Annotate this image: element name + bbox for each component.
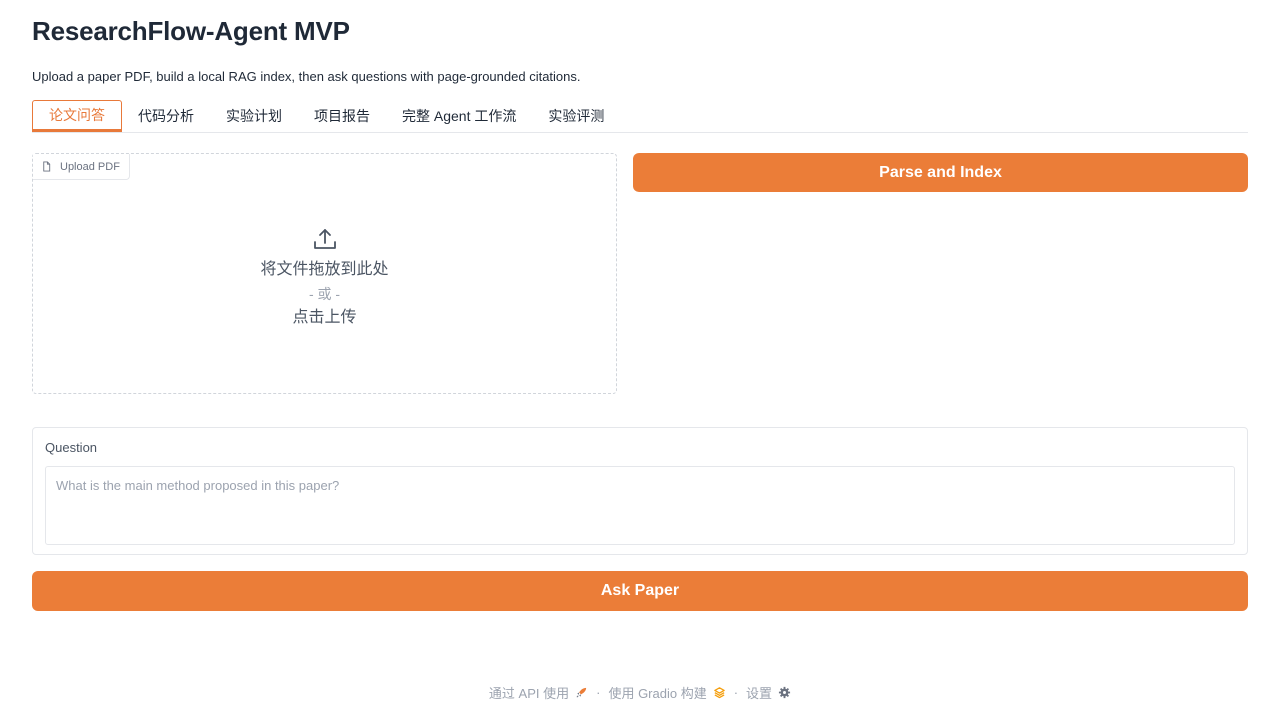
question-input[interactable] bbox=[45, 466, 1235, 545]
tab-code-analysis[interactable]: 代码分析 bbox=[122, 100, 210, 132]
tab-bar: 论文问答 代码分析 实验计划 项目报告 完整 Agent 工作流 实验评测 bbox=[32, 100, 1248, 133]
footer-separator-2: · bbox=[733, 685, 739, 700]
settings-link-label: 设置 bbox=[746, 686, 773, 701]
page-subtitle: Upload a paper PDF, build a local RAG in… bbox=[32, 69, 581, 84]
file-icon bbox=[43, 161, 51, 172]
tab-experiment-eval[interactable]: 实验评测 bbox=[532, 100, 620, 132]
page-title: ResearchFlow-Agent MVP bbox=[32, 16, 350, 46]
parse-and-index-button[interactable]: Parse and Index bbox=[633, 153, 1248, 192]
api-link[interactable]: 通过 API 使用 bbox=[489, 683, 588, 702]
tab-paper-qa[interactable]: 论文问答 bbox=[32, 100, 122, 132]
drop-instruction: 将文件拖放到此处 bbox=[260, 261, 389, 278]
drop-area[interactable]: 将文件拖放到此处 - 或 - 点击上传 bbox=[33, 226, 616, 330]
api-link-label: 通过 API 使用 bbox=[488, 686, 570, 701]
gear-icon bbox=[778, 686, 791, 699]
upload-icon bbox=[313, 229, 336, 249]
question-block: Question bbox=[32, 427, 1248, 555]
gradio-link-label: 使用 Gradio 构建 bbox=[608, 686, 707, 701]
pdf-upload-dropzone[interactable]: Upload PDF 将文件拖放到此处 - 或 - 点击上传 bbox=[32, 153, 617, 394]
drop-or: - 或 - bbox=[308, 286, 341, 302]
tab-agent-workflow[interactable]: 完整 Agent 工作流 bbox=[386, 100, 532, 132]
click-upload-text[interactable]: 点击上传 bbox=[292, 306, 356, 330]
gradio-logo-icon bbox=[713, 687, 725, 699]
settings-link[interactable]: 设置 bbox=[746, 683, 791, 702]
upload-label: Upload PDF bbox=[33, 154, 130, 180]
rocket-icon bbox=[576, 687, 587, 698]
footer-separator: · bbox=[596, 685, 601, 700]
ask-paper-button[interactable]: Ask Paper bbox=[32, 571, 1248, 611]
upload-label-text: Upload PDF bbox=[60, 160, 120, 173]
tab-project-report[interactable]: 项目报告 bbox=[298, 100, 386, 132]
footer: 通过 API 使用 · 使用 Gradio 构建 · 设置 bbox=[0, 683, 1280, 702]
tab-experiment-plan[interactable]: 实验计划 bbox=[210, 100, 298, 132]
gradio-link[interactable]: 使用 Gradio 构建 bbox=[608, 683, 725, 702]
question-label: Question bbox=[45, 440, 98, 455]
